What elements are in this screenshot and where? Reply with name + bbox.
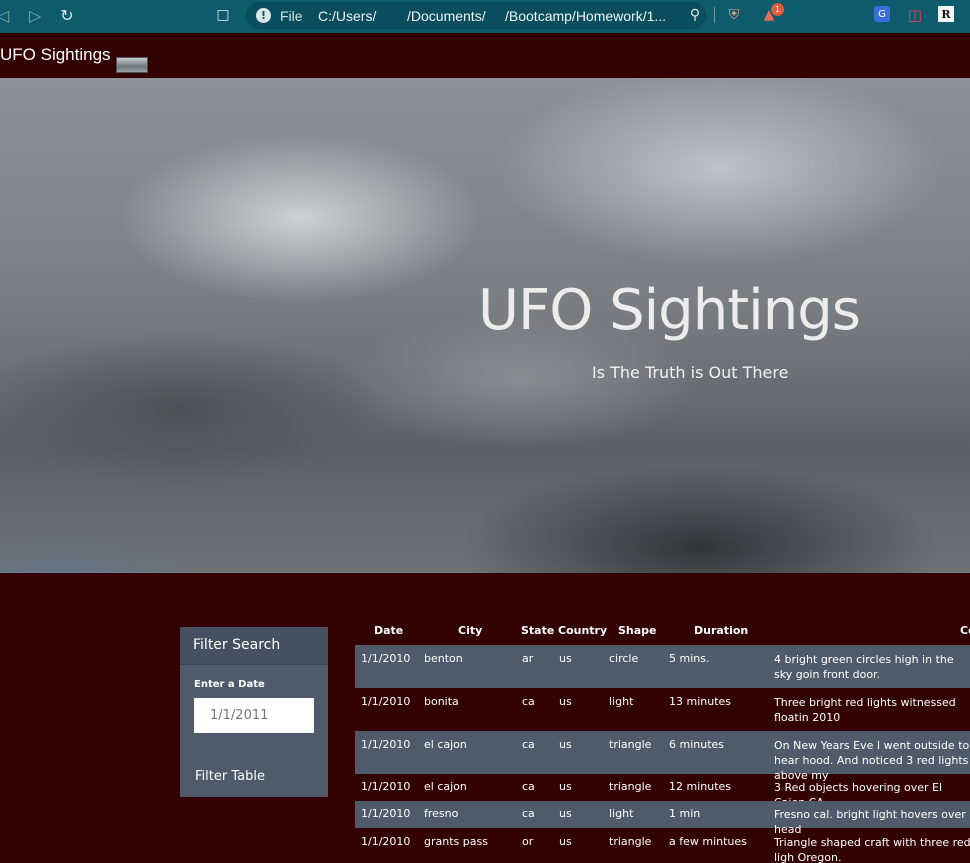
pocket-extension-icon[interactable]: ◫ bbox=[906, 6, 924, 24]
cell-shape: triangle bbox=[609, 835, 652, 848]
cell-duration: 6 minutes bbox=[669, 738, 725, 751]
cell-date: 1/1/2010 bbox=[361, 807, 411, 820]
cell-country: us bbox=[559, 738, 572, 751]
date-field-label: Enter a Date bbox=[194, 679, 265, 690]
cell-duration: 12 minutes bbox=[669, 780, 732, 793]
browser-toolbar: ◁ ▷ ↻ □ ! File C:/Users/ /Documents/ /Bo… bbox=[0, 0, 970, 33]
brave-rewards-badge: 1 bbox=[771, 3, 784, 16]
cell-state: ca bbox=[522, 807, 535, 820]
header-state[interactable]: State bbox=[521, 624, 554, 637]
cell-city: el cajon bbox=[424, 738, 467, 751]
cell-city: bonita bbox=[424, 695, 459, 708]
cell-country: us bbox=[559, 835, 572, 848]
file-scheme-label: File bbox=[280, 8, 303, 24]
cell-city: fresno bbox=[424, 807, 459, 820]
cell-duration: 5 mins. bbox=[669, 652, 710, 665]
cell-city: benton bbox=[424, 652, 463, 665]
address-bar[interactable]: ! File C:/Users/ /Documents/ /Bootcamp/H… bbox=[246, 2, 706, 29]
cell-country: us bbox=[559, 780, 572, 793]
cell-duration: a few mintues bbox=[669, 835, 747, 848]
cell-city: el cajon bbox=[424, 780, 467, 793]
cell-shape: light bbox=[609, 695, 634, 708]
table-row: 1/1/2010 el cajon ca us triangle 12 minu… bbox=[355, 774, 970, 809]
address-segment-path: /Bootcamp/Homework/1... bbox=[505, 8, 667, 24]
reload-icon[interactable]: ↻ bbox=[58, 6, 76, 25]
header-city[interactable]: City bbox=[458, 624, 482, 637]
header-comments[interactable]: Co bbox=[960, 624, 970, 637]
header-date[interactable]: Date bbox=[374, 624, 403, 637]
cell-date: 1/1/2010 bbox=[361, 780, 411, 793]
cell-shape: triangle bbox=[609, 738, 652, 751]
cell-city: grants pass bbox=[424, 835, 488, 848]
filter-panel: Filter Search Enter a Date Filter Table bbox=[180, 627, 328, 797]
cell-duration: 13 minutes bbox=[669, 695, 732, 708]
cell-state: ca bbox=[522, 738, 535, 751]
forward-icon[interactable]: ▷ bbox=[26, 6, 44, 25]
cell-comment: Triangle shaped craft with three red lig… bbox=[774, 836, 970, 863]
address-segment-users: C:/Users/ bbox=[318, 8, 377, 24]
hero-subtitle: Is The Truth is Out There bbox=[592, 363, 789, 382]
address-segment-documents: /Documents/ bbox=[407, 8, 486, 24]
zoom-icon[interactable]: ⚲ bbox=[686, 6, 704, 24]
cell-country: us bbox=[559, 695, 572, 708]
filter-table-button[interactable]: Filter Table bbox=[195, 769, 265, 784]
table-row: 1/1/2010 grants pass or us triangle a fe… bbox=[355, 828, 970, 863]
cell-comment: Three bright red lights witnessed floati… bbox=[774, 696, 956, 724]
header-shape[interactable]: Shape bbox=[618, 624, 657, 637]
cell-state: or bbox=[522, 835, 534, 848]
cell-state: ca bbox=[522, 695, 535, 708]
cell-date: 1/1/2010 bbox=[361, 652, 411, 665]
cell-country: us bbox=[559, 652, 572, 665]
cell-shape: triangle bbox=[609, 780, 652, 793]
table-row: 1/1/2010 benton ar us circle 5 mins. 4 b… bbox=[355, 645, 970, 688]
toolbar-separator bbox=[714, 7, 715, 23]
back-icon[interactable]: ◁ bbox=[0, 6, 12, 25]
cell-shape: light bbox=[609, 807, 634, 820]
cell-state: ar bbox=[522, 652, 534, 665]
header-duration[interactable]: Duration bbox=[694, 624, 748, 637]
info-icon[interactable]: ! bbox=[256, 8, 271, 23]
date-input[interactable] bbox=[194, 698, 314, 733]
header-country[interactable]: Country bbox=[558, 624, 607, 637]
bookmark-icon[interactable]: □ bbox=[214, 6, 232, 24]
cell-comment: 4 bright green circles high in the sky g… bbox=[774, 653, 954, 681]
brave-shield-icon[interactable]: ⛨ bbox=[725, 6, 743, 24]
table-row: 1/1/2010 el cajon ca us triangle 6 minut… bbox=[355, 731, 970, 782]
navbar: UFO Sightings bbox=[0, 33, 970, 78]
filter-panel-title: Filter Search bbox=[193, 637, 281, 653]
hero-banner: UFO Sightings Is The Truth is Out There bbox=[0, 78, 970, 573]
r-extension-icon[interactable]: R bbox=[938, 6, 954, 22]
navbar-brand[interactable]: UFO Sightings bbox=[0, 45, 111, 65]
hero-title: UFO Sightings bbox=[478, 278, 861, 343]
cell-shape: circle bbox=[609, 652, 639, 665]
navbar-logo-image bbox=[116, 57, 148, 73]
cell-date: 1/1/2010 bbox=[361, 695, 411, 708]
cell-duration: 1 min bbox=[669, 807, 701, 820]
cell-date: 1/1/2010 bbox=[361, 738, 411, 751]
table-row: 1/1/2010 bonita ca us light 13 minutes T… bbox=[355, 688, 970, 731]
cell-state: ca bbox=[522, 780, 535, 793]
cell-date: 1/1/2010 bbox=[361, 835, 411, 848]
cell-country: us bbox=[559, 807, 572, 820]
filter-panel-header: Filter Search bbox=[180, 627, 328, 665]
translate-extension-icon[interactable]: G bbox=[874, 6, 890, 22]
table-row: 1/1/2010 fresno ca us light 1 min Fresno… bbox=[355, 801, 970, 836]
